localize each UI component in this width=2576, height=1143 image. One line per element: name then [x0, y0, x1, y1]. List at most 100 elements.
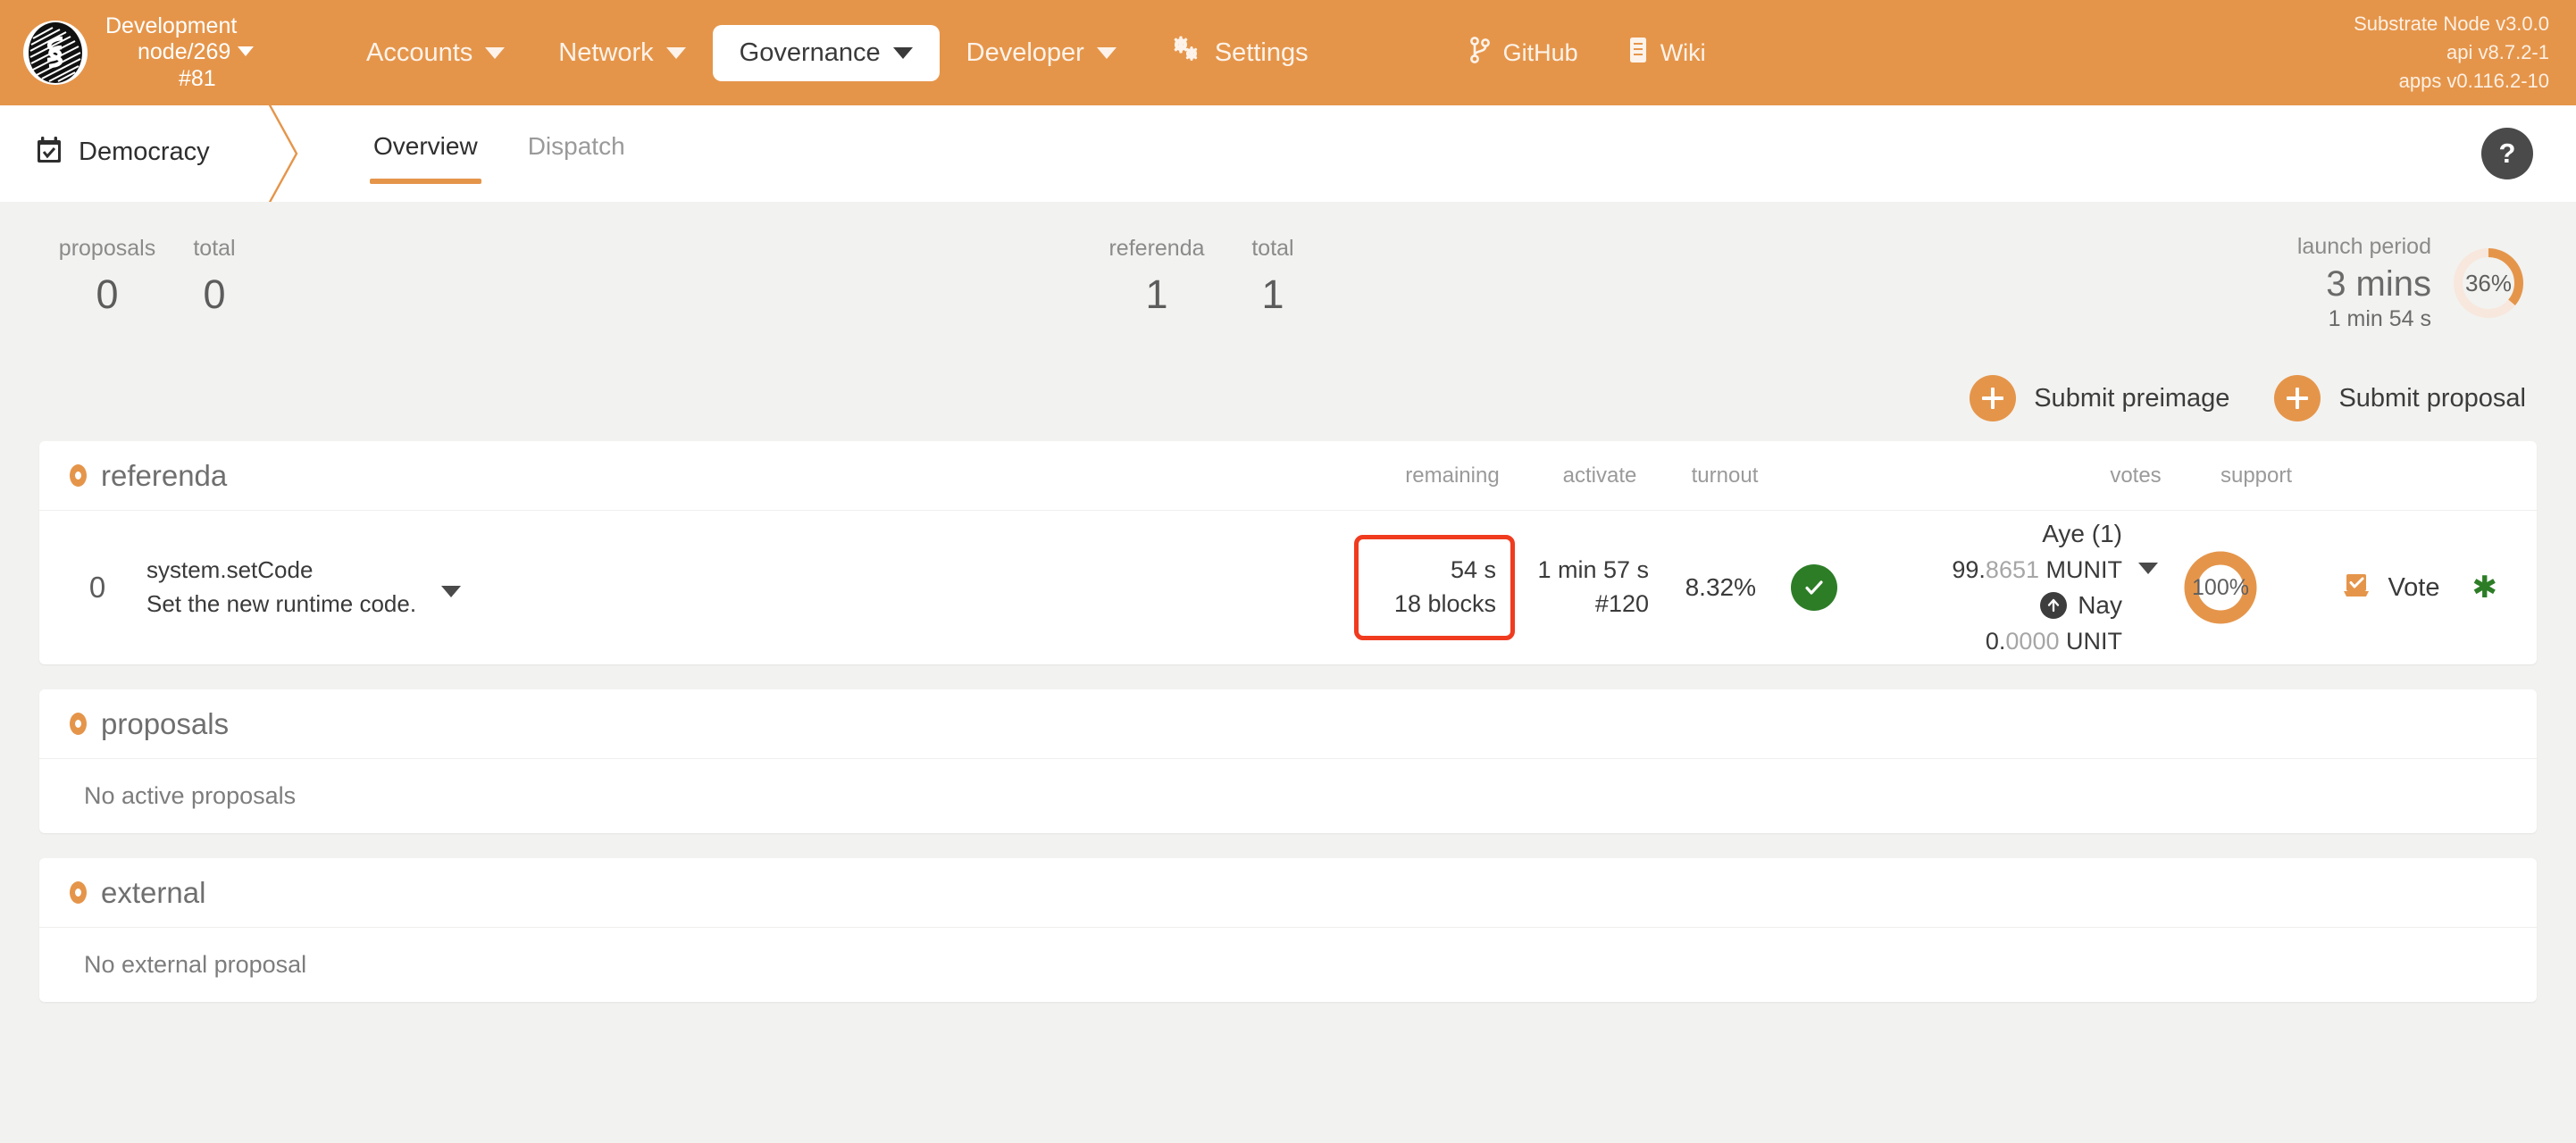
github-link[interactable]: GitHub [1469, 36, 1578, 71]
calendar-check-icon [36, 136, 63, 169]
column-header-turnout: turnout [1691, 463, 1759, 488]
apps-version: apps v0.116.2-10 [2398, 69, 2549, 92]
nay-label: Nay [2078, 591, 2122, 619]
launch-period-stat: launch period 3 mins 1 min 54 s 36% [2297, 234, 2526, 332]
turnout-cell: 8.32% [1685, 573, 1756, 601]
chevron-down-icon [1096, 46, 1117, 59]
launch-period-label: launch period [2296, 234, 2431, 259]
proposals-panel-header: proposals [39, 689, 2537, 759]
table-row: 0 system.setCode Set the new runtime cod… [39, 511, 2537, 664]
aye-amount: 99.8651 MUNIT [1952, 553, 2122, 588]
external-empty-message: No external proposal [84, 951, 307, 978]
tab-dispatch[interactable]: Dispatch [503, 132, 650, 184]
votes-breakdown: Aye (1) 99.8651 MUNIT Nay 0.0000 UNIT [1952, 516, 2122, 658]
version-info: Substrate Node v3.0.0 api v8.7.2-1 apps … [2354, 10, 2549, 96]
panel-title-label: proposals [101, 706, 230, 740]
stat-label: proposals [58, 236, 156, 261]
chevron-down-icon [665, 46, 686, 59]
chevron-down-icon[interactable] [238, 46, 255, 57]
referendum-columns: 54 s 18 blocks 1 min 57 s #120 8.32% Aye… [1354, 516, 2506, 658]
submit-preimage-button[interactable]: Submit preimage [1970, 375, 2229, 421]
nav-item-accounts[interactable]: Accounts [339, 25, 531, 81]
aye-amount-dec: 8651 [1985, 555, 2039, 583]
action-label: Submit proposal [2338, 383, 2526, 413]
referendum-call-info: system.setCode Set the new runtime code. [146, 554, 462, 621]
check-circle-icon [1791, 564, 1837, 611]
stat-referenda: referenda 1 [1099, 202, 1215, 317]
stat-value: 0 [203, 271, 226, 317]
nav-label: Network [558, 38, 654, 67]
chain-selector[interactable]: Development node/269 #81 [23, 13, 318, 93]
nav-item-network[interactable]: Network [531, 25, 712, 81]
support-cell: 100% [2158, 551, 2283, 624]
aye-label: Aye (1) [2042, 520, 2122, 548]
ring-bullet-icon [70, 713, 87, 735]
git-branch-icon [1469, 36, 1491, 71]
proposals-title: proposals [70, 707, 229, 741]
tab-bar: Overview Dispatch [348, 105, 650, 184]
chevron-down-icon[interactable] [441, 585, 462, 597]
chevron-down-icon [892, 46, 913, 59]
remaining-time: 54 s [1450, 556, 1496, 584]
nav-label: Governance [739, 38, 881, 67]
plus-icon [2274, 375, 2321, 421]
wiki-link[interactable]: Wiki [1628, 37, 1706, 70]
chain-name: Development [105, 13, 238, 38]
nay-amount-dec: 0000 [2005, 627, 2060, 655]
book-icon [1628, 37, 1648, 70]
chain-block-number: #81 [179, 65, 216, 91]
external-panel-body: No external proposal [39, 928, 2537, 1002]
launch-period-remaining: 1 min 54 s [2328, 306, 2431, 331]
tab-label: Overview [373, 132, 478, 160]
stat-referenda-total: total 1 [1215, 202, 1331, 315]
plus-icon [1970, 375, 2017, 421]
referendum-call-name: system.setCode [146, 556, 314, 584]
chevron-down-icon[interactable] [2138, 562, 2158, 574]
ring-bullet-icon [70, 881, 87, 904]
stat-value: 1 [1145, 271, 1168, 317]
gears-icon [1170, 36, 1200, 70]
tab-label: Dispatch [527, 132, 625, 160]
external-title: external [70, 876, 205, 910]
action-label: Submit preimage [2034, 383, 2230, 413]
referenda-panel-header: referenda remaining activate turnout vot… [39, 441, 2537, 511]
referendum-call-text: system.setCode Set the new runtime code. [146, 554, 416, 621]
main-content: proposals 0 total 0 referenda 1 total 1 … [0, 202, 2576, 1143]
stat-label: referenda [1108, 236, 1205, 261]
referenda-title: referenda [70, 459, 227, 493]
question-mark-icon[interactable]: ? [2481, 128, 2533, 179]
page-title: Democracy [79, 138, 210, 166]
substrate-logo-icon [23, 21, 88, 85]
support-percent: 100% [2192, 574, 2249, 600]
activate-cell: 1 min 57 s #120 [1515, 554, 1649, 622]
nay-amount-int: 0. [1985, 627, 2006, 655]
stat-value: 0 [96, 271, 119, 317]
stat-label: total [1251, 236, 1294, 261]
asterisk-icon[interactable]: ✱ [2472, 572, 2498, 603]
aye-amount-int: 99. [1952, 555, 1986, 583]
tab-overview[interactable]: Overview [348, 132, 503, 184]
api-version: api v8.7.2-1 [2446, 41, 2549, 64]
proposals-empty-message: No active proposals [84, 782, 297, 809]
activate-block: #120 [1594, 590, 1649, 617]
column-header-votes: votes [2110, 463, 2162, 488]
main-nav: Accounts Network Governance Developer Se… [339, 22, 1335, 83]
launch-period-percent: 36% [2464, 269, 2513, 296]
nav-item-governance[interactable]: Governance [712, 24, 940, 81]
nav-label: Settings [1214, 38, 1309, 67]
secondary-navigation-bar: Democracy Overview Dispatch ? [0, 101, 2576, 206]
nay-label-row: Nay [1952, 588, 2122, 624]
stat-label: total [193, 236, 236, 261]
remaining-blocks: 18 blocks [1393, 590, 1496, 617]
submit-proposal-button[interactable]: Submit proposal [2274, 375, 2526, 421]
nav-label: Accounts [366, 38, 473, 67]
launch-period-text: launch period 3 mins 1 min 54 s [2297, 234, 2431, 332]
proposals-panel: proposals No active proposals [39, 689, 2537, 833]
vote-button[interactable]: Vote [2341, 572, 2440, 605]
nav-item-developer[interactable]: Developer [940, 25, 1143, 81]
referenda-panel: referenda remaining activate turnout vot… [39, 441, 2537, 664]
wiki-label: Wiki [1660, 38, 1706, 66]
nav-item-settings[interactable]: Settings [1143, 22, 1335, 83]
ring-bullet-icon [70, 464, 87, 487]
column-header-support: support [2220, 463, 2293, 488]
